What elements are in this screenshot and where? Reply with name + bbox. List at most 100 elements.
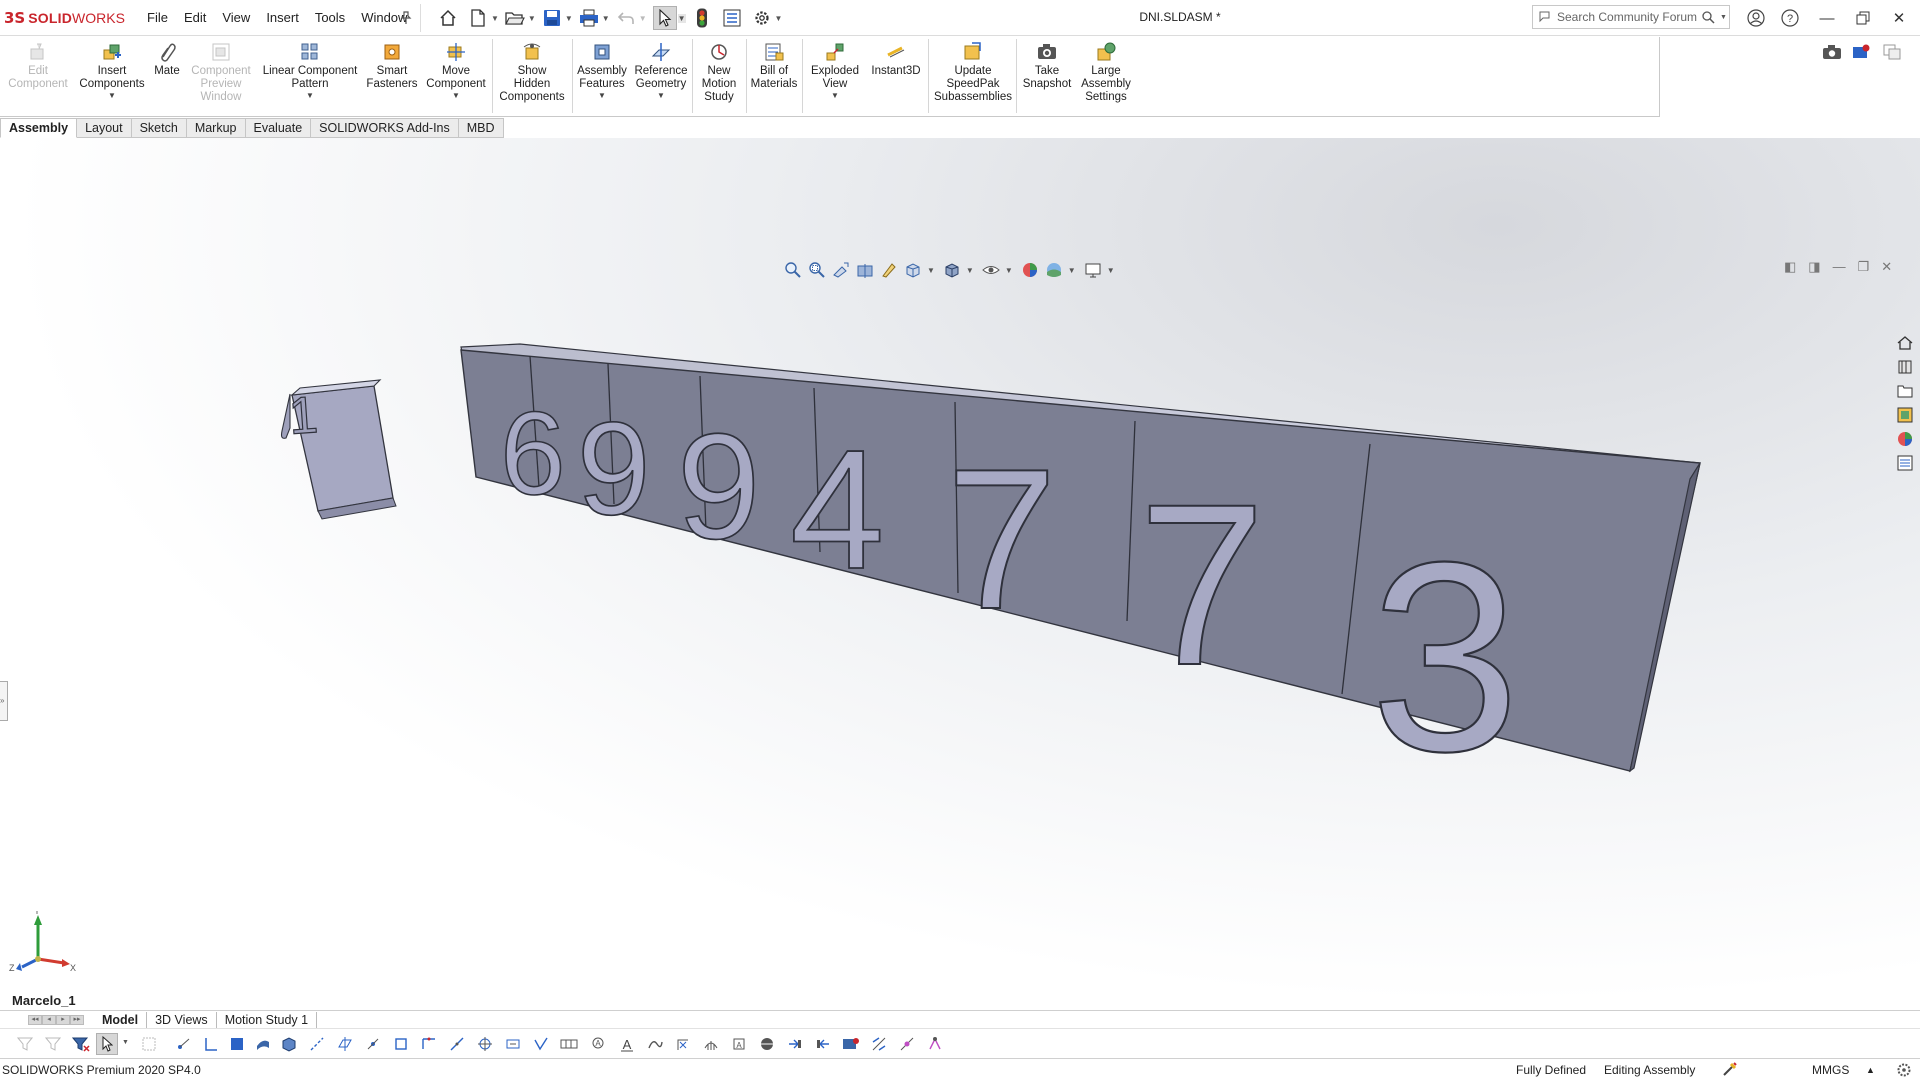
tab-layout[interactable]: Layout xyxy=(77,118,132,138)
filter-datum-targets-icon[interactable] xyxy=(672,1033,694,1055)
home-icon[interactable] xyxy=(436,6,460,30)
filter-dowel-pin-icon[interactable] xyxy=(756,1033,778,1055)
digit-7-first[interactable]: 7 xyxy=(945,427,1058,652)
menu-insert[interactable]: Insert xyxy=(258,9,307,27)
filter-routing-points-icon[interactable] xyxy=(812,1033,834,1055)
account-icon[interactable] xyxy=(1742,6,1770,30)
separate-block-1[interactable]: 1 xyxy=(280,379,397,520)
reference-geometry-dropdown-icon[interactable]: ▼ xyxy=(657,91,665,100)
filter-sketch-points-icon[interactable] xyxy=(362,1033,384,1055)
filter-surface-finish-icon[interactable] xyxy=(530,1033,552,1055)
linear-component-pattern-button[interactable]: Linear Component Pattern ▼ xyxy=(260,41,360,100)
rebuild-traffic-light-icon[interactable] xyxy=(690,6,714,30)
search-icon[interactable] xyxy=(1702,10,1715,24)
screen-capture-camera-icon[interactable] xyxy=(1820,40,1844,64)
close-window-button[interactable]: ✕ xyxy=(1885,6,1913,30)
unit-system-selector[interactable]: MMGS xyxy=(1812,1063,1849,1077)
digit-7-second[interactable]: 7 xyxy=(1137,455,1267,714)
take-snapshot-button[interactable]: Take Snapshot xyxy=(1020,41,1074,91)
digit-9-first[interactable]: 9 xyxy=(576,394,651,543)
move-component-dropdown-icon[interactable]: ▼ xyxy=(452,91,460,100)
filter-geometric-tolerances-icon[interactable] xyxy=(558,1033,580,1055)
tab-mbd[interactable]: MBD xyxy=(458,118,504,138)
search-dropdown-icon[interactable]: ▼ xyxy=(1720,14,1727,21)
tab-markup[interactable]: Markup xyxy=(186,118,246,138)
filter-connection-points-icon[interactable] xyxy=(784,1033,806,1055)
select-arrow-icon[interactable] xyxy=(652,6,677,30)
filter-mesh-vertices-icon[interactable] xyxy=(896,1033,918,1055)
filter-surface-bodies-icon[interactable] xyxy=(252,1033,274,1055)
print-icon[interactable] xyxy=(577,6,601,30)
clear-filters-icon[interactable] xyxy=(70,1033,92,1055)
options-dropdown-icon[interactable]: ▼ xyxy=(775,14,783,23)
digit-4[interactable]: 4 xyxy=(789,414,885,606)
unit-system-arrow-icon[interactable]: ▲ xyxy=(1866,1065,1875,1075)
select-dropdown-icon[interactable]: ▼ xyxy=(677,13,686,23)
filter-surface-finish-symbols-icon[interactable]: A xyxy=(616,1033,638,1055)
digit-9-second[interactable]: 9 xyxy=(676,401,761,571)
print-dropdown-icon[interactable]: ▼ xyxy=(602,14,610,23)
select-box-icon[interactable] xyxy=(138,1033,160,1055)
filter-weld-symbols-icon[interactable] xyxy=(644,1033,666,1055)
minimize-window-button[interactable]: — xyxy=(1813,6,1841,30)
instant3d-button[interactable]: Instant3D xyxy=(868,41,924,78)
exploded-view-dropdown-icon[interactable]: ▼ xyxy=(831,91,839,100)
new-dropdown-icon[interactable]: ▼ xyxy=(491,14,499,23)
tab-motion-study-1[interactable]: Motion Study 1 xyxy=(217,1011,318,1028)
update-speedpak-subassemblies-button[interactable]: Update SpeedPak Subassemblies xyxy=(930,41,1016,104)
undo-dropdown-icon[interactable]: ▼ xyxy=(639,14,647,23)
select-tool-icon[interactable] xyxy=(96,1033,118,1055)
customize-status-bar-icon[interactable] xyxy=(1896,1062,1912,1080)
open-folder-icon[interactable] xyxy=(503,6,527,30)
pin-icon[interactable] xyxy=(394,6,418,30)
filter-axes-icon[interactable] xyxy=(306,1033,328,1055)
filter-notes-icon[interactable]: A xyxy=(588,1033,610,1055)
file-properties-icon[interactable] xyxy=(720,6,744,30)
filter-cosmetic-threads-icon[interactable] xyxy=(700,1033,722,1055)
assembly-features-button[interactable]: Assembly Features ▼ xyxy=(574,41,630,100)
menu-file[interactable]: File xyxy=(139,9,176,27)
show-hidden-components-button[interactable]: Show Hidden Components xyxy=(496,41,568,104)
component-preview-window-button[interactable]: Component Preview Window xyxy=(184,41,258,104)
solidworks-logo[interactable]: 3S SOLID WORKS xyxy=(4,6,125,30)
filter-sketch-segments-icon[interactable] xyxy=(390,1033,412,1055)
filter-edges-icon[interactable] xyxy=(200,1033,222,1055)
filter-mesh-edges-icon[interactable] xyxy=(868,1033,890,1055)
filter-midpoints-icon[interactable] xyxy=(418,1033,440,1055)
filter-mesh-faces-icon[interactable] xyxy=(840,1033,862,1055)
edit-component-button[interactable]: Edit Component xyxy=(6,41,70,91)
select-tool-dropdown-icon[interactable]: ▼ xyxy=(122,1039,129,1046)
exploded-view-button[interactable]: Exploded View ▼ xyxy=(804,41,866,100)
menu-tools[interactable]: Tools xyxy=(307,9,353,27)
bill-of-materials-button[interactable]: Bill of Materials xyxy=(748,41,800,91)
insert-components-button[interactable]: Insert Components ▼ xyxy=(74,41,150,100)
filter-misc-icon[interactable] xyxy=(924,1033,946,1055)
graphics-area[interactable]: ▼ ▼ ▼ ▼ ▼ ◧ ◨ — ❐ ✕ » 1 6 9 9 4 7 7 3 Y … xyxy=(0,138,1920,1010)
filter-toggle-icon[interactable] xyxy=(42,1033,64,1055)
reference-geometry-button[interactable]: Reference Geometry ▼ xyxy=(632,41,690,100)
search-input[interactable] xyxy=(1557,10,1697,24)
digit-6[interactable]: 6 xyxy=(499,387,566,521)
filter-planes-icon[interactable] xyxy=(334,1033,356,1055)
tab-evaluate[interactable]: Evaluate xyxy=(245,118,312,138)
save-icon[interactable] xyxy=(540,6,564,30)
undo-icon[interactable] xyxy=(614,6,638,30)
mate-button[interactable]: Mate xyxy=(152,41,182,78)
rebuild-status-icon[interactable] xyxy=(1722,1061,1738,1080)
tab-sketch[interactable]: Sketch xyxy=(131,118,187,138)
open-dropdown-icon[interactable]: ▼ xyxy=(528,14,536,23)
filter-dimensions-icon[interactable] xyxy=(502,1033,524,1055)
options-gear-icon[interactable] xyxy=(750,6,774,30)
tab-solidworks-add-ins[interactable]: SOLIDWORKS Add-Ins xyxy=(311,118,459,138)
assembly-features-dropdown-icon[interactable]: ▼ xyxy=(598,91,606,100)
filter-centerline-icon[interactable] xyxy=(474,1033,496,1055)
insert-components-dropdown-icon[interactable]: ▼ xyxy=(108,91,116,100)
help-icon[interactable]: ? xyxy=(1776,6,1804,30)
next-tab-icon[interactable]: ▸ xyxy=(56,1014,70,1025)
last-tab-icon[interactable]: ▸▸ xyxy=(70,1014,84,1025)
filter-vertices-icon[interactable] xyxy=(172,1033,194,1055)
linear-pattern-dropdown-icon[interactable]: ▼ xyxy=(306,91,314,100)
filter-faces-icon[interactable] xyxy=(226,1033,248,1055)
filter-center-marks-icon[interactable] xyxy=(446,1033,468,1055)
window-tiles-icon[interactable] xyxy=(1880,40,1904,64)
